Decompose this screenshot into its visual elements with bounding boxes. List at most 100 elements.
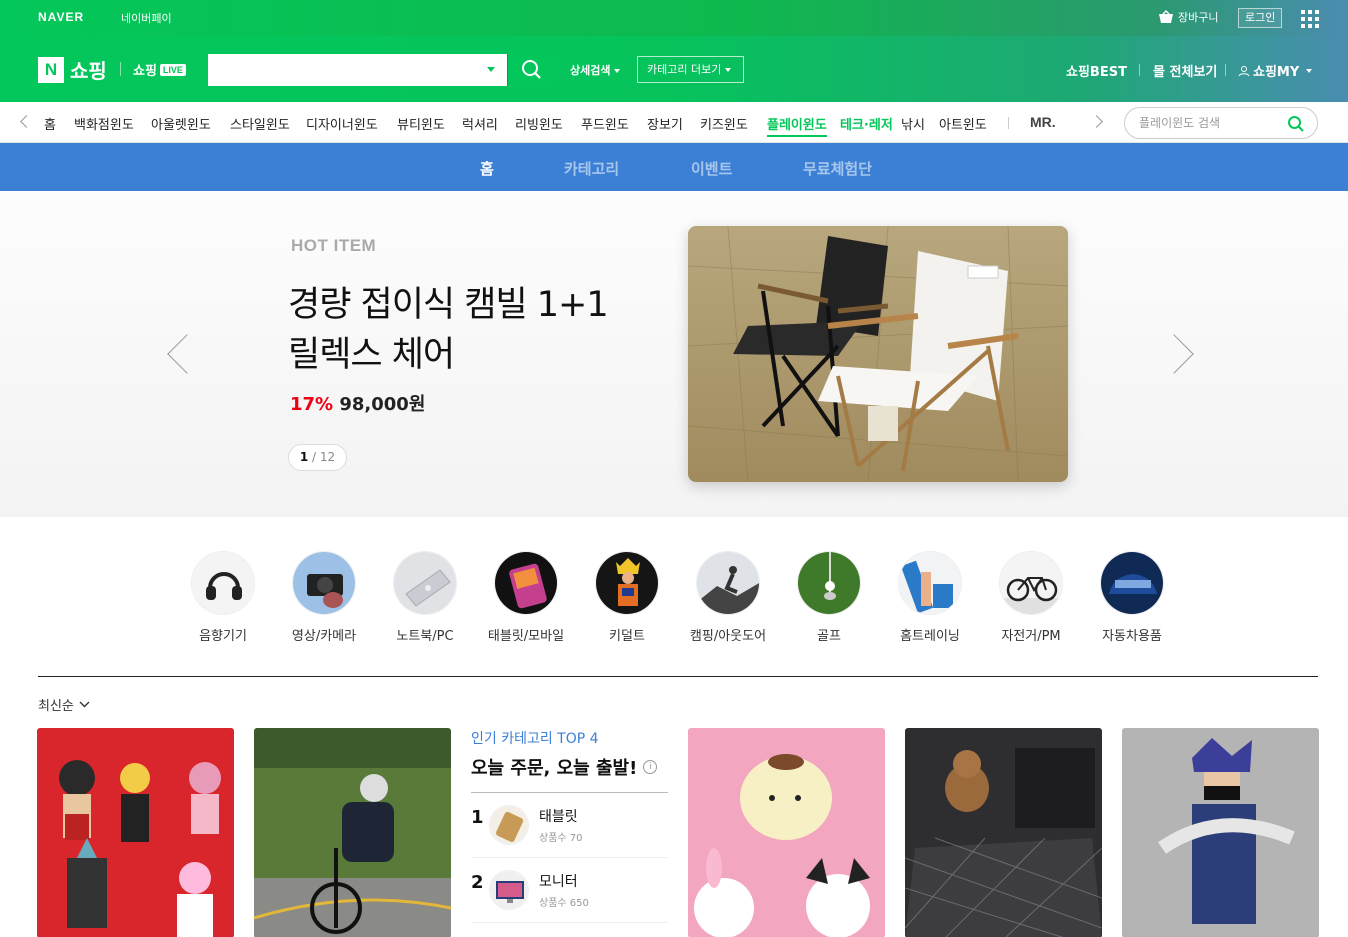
search-icon [522, 60, 541, 79]
search-button[interactable] [507, 54, 555, 86]
tablet-thumbnail [489, 805, 529, 845]
detail-search-button[interactable]: 상세검색 [570, 62, 621, 78]
banner-eyebrow: HOT ITEM [291, 236, 377, 255]
search-dropdown-icon[interactable] [487, 67, 495, 72]
pager-separator: / [312, 450, 317, 464]
product-card[interactable] [688, 728, 885, 937]
category-fishing[interactable]: 낚시 [901, 114, 925, 133]
shopping-logo[interactable]: 쇼핑 [70, 55, 107, 84]
naverpay-label: 네이버페이 [121, 12, 172, 25]
rank-number: 2 [471, 871, 484, 893]
window-search-input[interactable]: 플레이윈도 검색 [1124, 107, 1318, 139]
category-food[interactable]: 푸드윈도 [581, 114, 629, 133]
circle-category-audio[interactable]: 음향기기 [173, 551, 273, 644]
category-designer[interactable]: 디자이너윈도 [306, 114, 378, 133]
section-divider [38, 676, 1318, 677]
tab-category[interactable]: 카테고리 [564, 158, 619, 179]
sort-dropdown[interactable]: 최신순 [38, 695, 90, 714]
category-style[interactable]: 스타일윈도 [230, 114, 290, 133]
nav-shopping-my[interactable]: 쇼핑MY [1238, 61, 1313, 80]
golf-thumbnail [797, 551, 861, 615]
pager-total: 12 [319, 450, 336, 464]
circle-category-home-training[interactable]: 홈트레이닝 [880, 551, 980, 644]
category-luxury[interactable]: 럭셔리 [462, 114, 498, 133]
category-department[interactable]: 백화점윈도 [74, 114, 134, 133]
circle-category-bicycle[interactable]: 자전거/PM [981, 551, 1081, 644]
camping-thumbnail [696, 551, 760, 615]
product-card[interactable] [905, 728, 1102, 937]
banner-title[interactable]: 경량 접이식 캠빌 1+1 릴렉스 체어 [288, 280, 609, 380]
cyclist-image [254, 728, 451, 937]
top4-rank-item[interactable]: 1 태블릿 상품수 70 [471, 793, 668, 858]
divider [1139, 64, 1140, 76]
top4-rank-item[interactable]: 2 모니터 상품수 650 [471, 858, 668, 923]
category-home[interactable]: 홈 [44, 114, 56, 133]
banner-title-line2: 릴렉스 체어 [288, 335, 455, 375]
window-category-bar: 홈 백화점윈도 아울렛윈도 스타일윈도 디자이너윈도 뷰티윈도 럭셔리 리빙윈도… [0, 102, 1348, 143]
circle-category-label: 자동차용품 [1102, 629, 1162, 644]
nav-shopping-best[interactable]: 쇼핑BEST [1066, 61, 1127, 80]
category-outlet[interactable]: 아울렛윈도 [151, 114, 211, 133]
category-tech-leisure[interactable]: 테크·레저 [840, 114, 893, 133]
category-play[interactable]: 플레이윈도 [767, 114, 827, 137]
circle-category-camera[interactable]: 영상/카메라 [274, 551, 374, 644]
shopping-live-link[interactable]: 쇼핑 LIVE [133, 60, 186, 79]
search-input[interactable] [208, 54, 478, 86]
banner-product-image[interactable] [688, 226, 1068, 482]
info-icon[interactable]: i [643, 760, 658, 774]
naverpay-link[interactable]: 네이버페이 [104, 10, 172, 751]
rank-number: 1 [471, 806, 484, 828]
search-icon[interactable] [1287, 115, 1305, 133]
tab-event[interactable]: 이벤트 [691, 158, 732, 179]
bicycle-thumbnail [999, 551, 1063, 615]
monitor-thumbnail [489, 870, 529, 910]
tab-home[interactable]: 홈 [480, 158, 494, 179]
category-art[interactable]: 아트윈도 [939, 114, 987, 133]
circle-category-kidult[interactable]: 키덜트 [577, 551, 677, 644]
chevron-right-icon[interactable] [1090, 115, 1103, 128]
play-window-subnav: 홈 카테고리 이벤트 무료체험단 [0, 143, 1348, 191]
circle-category-laptop[interactable]: 노트북/PC [375, 551, 475, 644]
category-more-button[interactable]: 카테고리 더보기 [637, 56, 744, 83]
tab-free-trial[interactable]: 무료체험단 [803, 158, 872, 179]
circle-category-label: 노트북/PC [396, 629, 454, 644]
onepiece-figures-image [37, 728, 234, 937]
price-value: 98,000원 [339, 394, 426, 415]
detail-search-label: 상세검색 [570, 64, 611, 77]
category-kids[interactable]: 키즈윈도 [700, 114, 748, 133]
apps-grid-icon[interactable] [1301, 10, 1319, 28]
circle-category-car[interactable]: 자동차용품 [1082, 551, 1182, 644]
banner-title-line1: 경량 접이식 캠빌 1+1 [288, 285, 609, 325]
banner-price: 17% 98,000원 [290, 390, 425, 416]
category-living[interactable]: 리빙윈도 [515, 114, 563, 133]
product-card[interactable] [254, 728, 451, 937]
rank-product-count: 상품수 70 [539, 833, 583, 844]
product-card[interactable] [1122, 728, 1319, 937]
page: { "topbar": { "naver": "NAVER", "naverpa… [0, 0, 1348, 937]
chevron-left-icon[interactable] [20, 115, 33, 128]
circle-category-label: 영상/카메라 [291, 629, 357, 644]
cart-link[interactable]: 장바구니 [1158, 9, 1218, 25]
category-beauty[interactable]: 뷰티윈도 [397, 114, 445, 133]
product-card[interactable] [37, 728, 234, 937]
user-icon [1238, 65, 1250, 76]
circle-category-tablet[interactable]: 태블릿/모바일 [476, 551, 576, 644]
circle-category-label: 캠핑/아웃도어 [689, 629, 767, 644]
shopping-my-label: 쇼핑MY [1253, 65, 1300, 80]
top4-headline: 오늘 주문, 오늘 출발! i [471, 754, 668, 780]
nav-all-malls[interactable]: 몰 전체보기 [1153, 61, 1217, 80]
home-training-thumbnail [898, 551, 962, 615]
divider [1225, 64, 1226, 76]
circle-category-label: 자전거/PM [1001, 629, 1061, 644]
naver-n-logo[interactable]: N [38, 57, 64, 83]
pager-current: 1 [299, 450, 309, 464]
circle-category-label: 음향기기 [199, 629, 247, 644]
login-button[interactable]: 로그인 [1238, 8, 1283, 28]
circle-category-camping[interactable]: 캠핑/아웃도어 [678, 551, 778, 644]
naver-logo[interactable]: NAVER [38, 10, 84, 24]
audio-thumbnail [191, 551, 255, 615]
category-mr[interactable]: MR. [1030, 114, 1056, 130]
category-grocery[interactable]: 장보기 [647, 114, 683, 133]
circle-category-golf[interactable]: 골프 [779, 551, 879, 644]
divider [1008, 117, 1009, 129]
